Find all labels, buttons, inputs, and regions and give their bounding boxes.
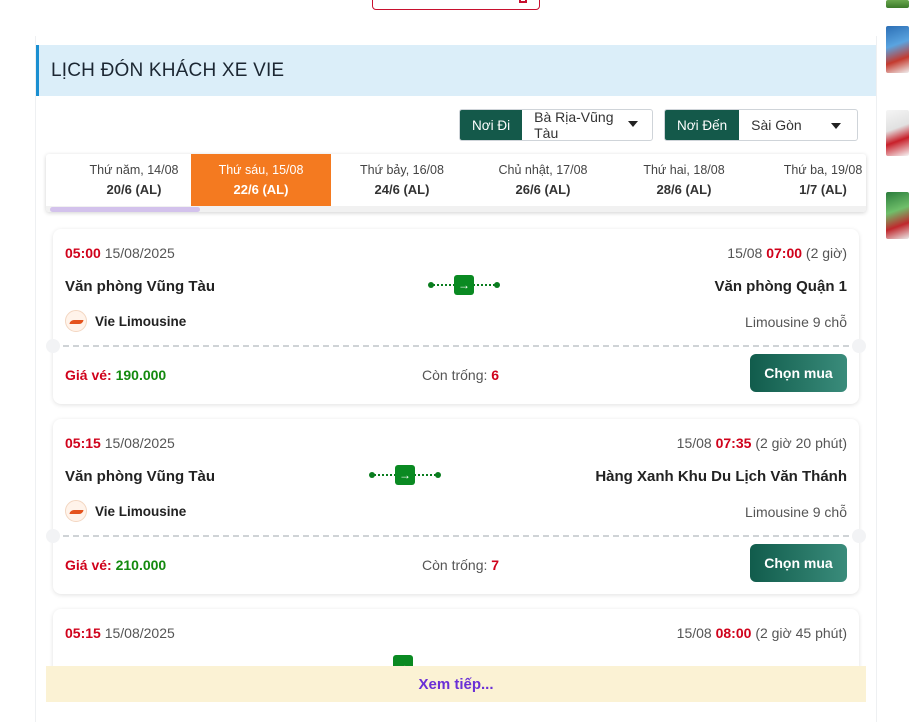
date-strip: Thứ năm, 14/08 20/6 (AL) Thứ sáu, 15/08 …	[46, 154, 866, 212]
vie-limousine-logo-icon	[65, 500, 87, 522]
vehicle-type: Limousine 9 chỗ	[745, 314, 847, 330]
operator: Vie Limousine	[65, 310, 186, 332]
operator-name: Vie Limousine	[95, 503, 187, 519]
trip-card: 05:15 15/08/2025 15/08 07:35 (2 giờ 20 p…	[46, 419, 866, 594]
seats-label: Còn trống:	[422, 367, 492, 383]
section-title: LỊCH ĐÓN KHÁCH XE VIE	[51, 59, 285, 81]
seats-label: Còn trống:	[422, 557, 492, 573]
to-filter-label: Nơi Đến	[665, 110, 740, 140]
seats-value: 6	[491, 367, 500, 383]
to-filter-value: Sài Gòn	[751, 117, 802, 133]
arrival-time: 07:35	[715, 435, 752, 451]
date-tab[interactable]: Thứ ba, 19/08 1/7 (AL)	[753, 154, 866, 206]
seats: Còn trống: 7	[422, 557, 499, 573]
sidebar-ad-thumbnail[interactable]	[886, 110, 909, 156]
trip-duration: (2 giờ 20 phút)	[755, 435, 847, 451]
arrival-date: 15/08	[676, 435, 712, 451]
trip-card: 05:15 15/08/2025 15/08 08:00 (2 giờ 45 p…	[53, 609, 859, 669]
sidebar-ad-thumbnail[interactable]	[886, 0, 909, 8]
vie-limousine-logo-icon	[65, 310, 87, 332]
origin-station: Văn phòng Vũng Tàu	[65, 468, 215, 485]
arrival: 15/08 08:00 (2 giờ 45 phút)	[677, 625, 847, 641]
caret-down-icon	[628, 121, 638, 127]
arrival-time: 08:00	[715, 625, 752, 641]
buy-button[interactable]: Chọn mua	[750, 544, 847, 582]
sidebar-ad-thumbnail[interactable]	[886, 26, 909, 73]
date-tab-day: Thứ hai, 18/08	[643, 163, 725, 177]
date-tab-day: Thứ sáu, 15/08	[218, 163, 304, 177]
trip-duration: (2 giờ)	[805, 245, 847, 261]
date-tab-active[interactable]: Thứ sáu, 15/08 22/6 (AL)	[191, 154, 331, 206]
divider	[63, 535, 849, 537]
bus-route-icon: →	[428, 275, 500, 295]
date-tab[interactable]: Thứ bảy, 16/08 24/6 (AL)	[332, 154, 472, 206]
departure-time: 05:00	[65, 245, 101, 261]
date-tab-lunar: 22/6 (AL)	[233, 182, 289, 197]
date-strip-scrollbar[interactable]	[46, 206, 866, 212]
arrival-date: 15/08	[676, 625, 712, 641]
trip-card: 05:00 15/08/2025 15/08 07:00 (2 giờ) Văn…	[46, 229, 866, 404]
date-tab-day: Chủ nhật, 17/08	[498, 163, 588, 177]
buy-button[interactable]: Chọn mua	[750, 354, 847, 392]
bus-route-icon: →	[369, 465, 441, 485]
date-tab[interactable]: Thứ năm, 14/08 20/6 (AL)	[64, 154, 204, 206]
departure-date: 15/08/2025	[104, 625, 175, 641]
departure-time: 05:15	[65, 435, 101, 451]
date-tab[interactable]: Chủ nhật, 17/08 26/6 (AL)	[473, 154, 613, 206]
ticket-notch	[46, 529, 60, 543]
destination-station: Hàng Xanh Khu Du Lịch Văn Thánh	[595, 468, 847, 485]
departure-date: 15/08/2025	[104, 435, 175, 451]
date-tab-lunar: 1/7 (AL)	[799, 182, 847, 197]
price-value: 210.000	[115, 557, 167, 573]
vehicle-type: Limousine 9 chỗ	[745, 504, 847, 520]
ticket-notch	[852, 529, 866, 543]
divider	[63, 345, 849, 347]
cart-icon	[519, 0, 527, 3]
date-tab-lunar: 24/6 (AL)	[374, 182, 430, 197]
ticket-notch	[46, 339, 60, 353]
date-tab-lunar: 20/6 (AL)	[106, 182, 162, 197]
price-label: Giá vé:	[65, 367, 116, 383]
top-button-fragment[interactable]	[372, 0, 540, 10]
date-tab[interactable]: Thứ hai, 18/08 28/6 (AL)	[614, 154, 754, 206]
section-header: LỊCH ĐÓN KHÁCH XE VIE	[36, 45, 876, 96]
seats-value: 7	[491, 557, 500, 573]
arrival: 15/08 07:35 (2 giờ 20 phút)	[677, 435, 847, 451]
caret-down-icon	[831, 123, 841, 129]
date-tab-day: Thứ bảy, 16/08	[360, 163, 444, 177]
price-value: 190.000	[115, 367, 167, 383]
from-filter-value: Bà Rịa-Vũng Tàu	[534, 109, 614, 141]
departure: 05:15 15/08/2025	[65, 435, 175, 451]
departure-time: 05:15	[65, 625, 101, 641]
date-tab-day: Thứ năm, 14/08	[89, 163, 179, 177]
price: Giá vé: 210.000	[65, 557, 166, 573]
operator-name: Vie Limousine	[95, 313, 187, 329]
departure: 05:15 15/08/2025	[65, 625, 175, 641]
trip-duration: (2 giờ 45 phút)	[755, 625, 847, 641]
to-filter[interactable]: Nơi Đến Sài Gòn	[664, 109, 858, 141]
from-filter-select[interactable]: Bà Rịa-Vũng Tàu	[522, 110, 652, 140]
departure: 05:00 15/08/2025	[65, 245, 175, 261]
seats: Còn trống: 6	[422, 367, 499, 383]
destination-station: Văn phòng Quận 1	[714, 278, 847, 295]
date-strip-scroll-thumb[interactable]	[50, 207, 200, 212]
origin-station: Văn phòng Vũng Tàu	[65, 278, 215, 295]
price-label: Giá vé:	[65, 557, 116, 573]
operator: Vie Limousine	[65, 500, 186, 522]
date-tab-lunar: 26/6 (AL)	[515, 182, 571, 197]
departure-date: 15/08/2025	[104, 245, 175, 261]
load-more-bar[interactable]: Xem tiếp...	[46, 666, 866, 702]
from-filter-label: Nơi Đi	[460, 110, 523, 140]
arrival-time: 07:00	[766, 245, 803, 261]
date-tab-day: Thứ ba, 19/08	[783, 163, 863, 177]
sidebar-ad-thumbnail[interactable]	[886, 192, 909, 239]
ticket-notch	[852, 339, 866, 353]
price: Giá vé: 190.000	[65, 367, 166, 383]
arrival-date: 15/08	[727, 245, 763, 261]
to-filter-select[interactable]: Sài Gòn	[739, 110, 857, 140]
date-tab-lunar: 28/6 (AL)	[656, 182, 712, 197]
load-more-link[interactable]: Xem tiếp...	[418, 676, 493, 693]
arrival: 15/08 07:00 (2 giờ)	[727, 245, 847, 261]
from-filter[interactable]: Nơi Đi Bà Rịa-Vũng Tàu	[459, 109, 653, 141]
